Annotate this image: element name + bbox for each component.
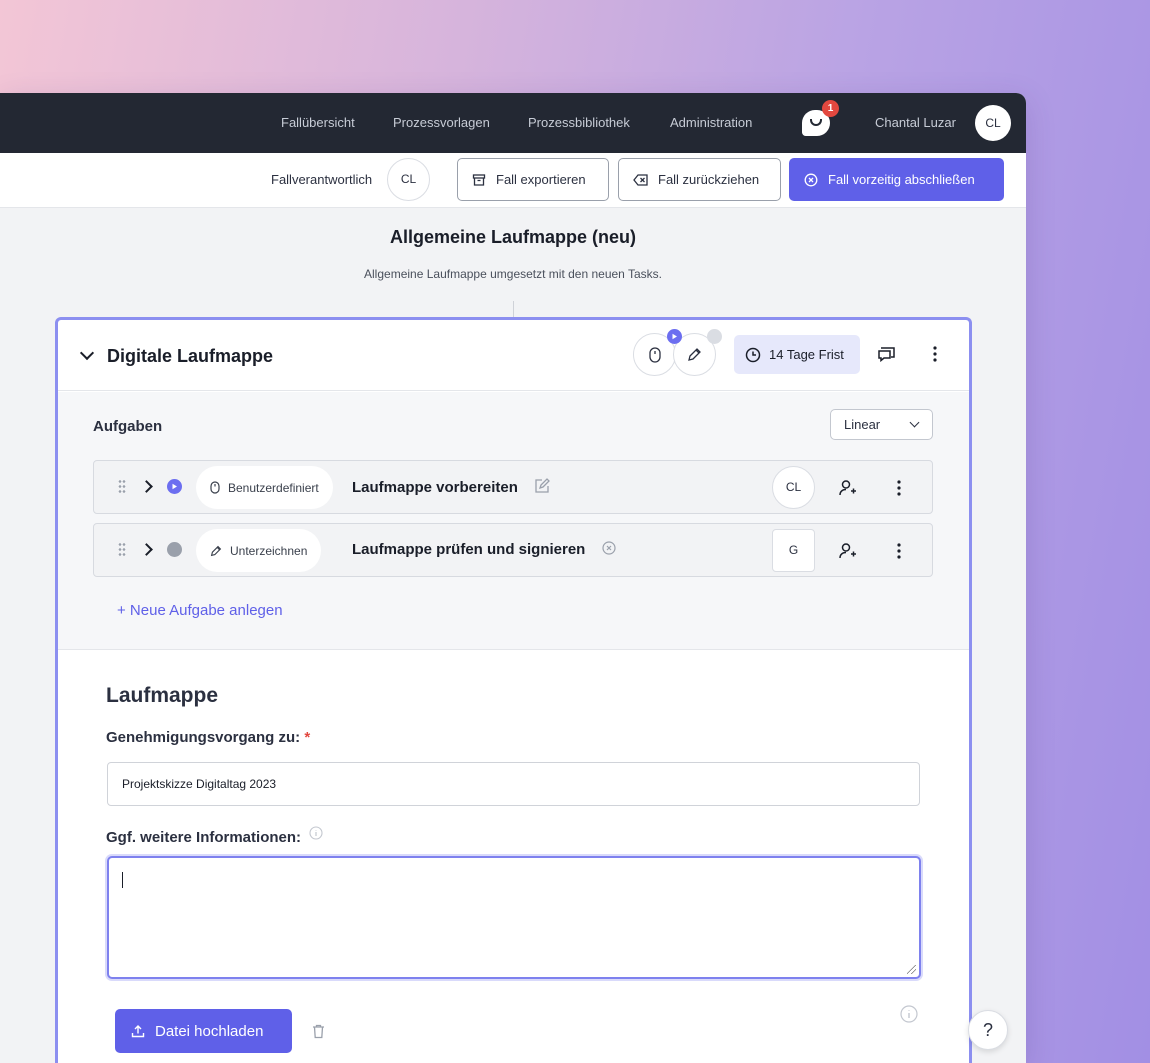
task-order-select[interactable]: Linear	[830, 409, 933, 440]
task-name[interactable]: Laufmappe vorbereiten	[352, 478, 550, 496]
backspace-icon	[633, 173, 648, 186]
resize-handle-icon[interactable]	[907, 965, 916, 974]
chevron-right-icon[interactable]	[140, 480, 153, 493]
active-status-icon	[167, 479, 182, 494]
chevron-right-icon[interactable]	[140, 543, 153, 556]
comments-icon[interactable]	[877, 344, 897, 364]
close-case-early-button[interactable]: Fall vorzeitig abschließen	[789, 158, 1004, 201]
add-user-icon[interactable]	[837, 477, 859, 499]
top-navigation: Fallübersicht Prozessvorlagen Prozessbib…	[0, 93, 1026, 153]
additional-info-textarea[interactable]	[107, 856, 921, 979]
task-row[interactable]: Unterzeichnen Laufmappe prüfen und signi…	[93, 523, 933, 577]
tasks-section: Aufgaben Linear Benutzerdefiniert Laufma…	[58, 392, 969, 650]
nav-link-administration[interactable]: Administration	[670, 115, 752, 130]
export-case-button[interactable]: Fall exportieren	[457, 158, 609, 201]
user-avatar[interactable]: CL	[975, 105, 1011, 141]
nav-link-process-templates[interactable]: Prozessvorlagen	[393, 115, 490, 130]
x-circle-icon[interactable]	[601, 541, 616, 555]
chevron-down-icon	[909, 417, 920, 428]
chevron-down-icon[interactable]	[79, 345, 95, 361]
drag-handle-icon[interactable]	[118, 542, 126, 558]
additional-info-label: Ggf. weitere Informationen:	[106, 826, 323, 846]
deadline-badge[interactable]: 14 Tage Frist	[734, 335, 860, 374]
task-type-pill: Benutzerdefiniert	[196, 466, 333, 509]
process-description: Allgemeine Laufmappe umgesetzt mit den n…	[364, 267, 662, 281]
clock-icon	[745, 347, 761, 362]
pending-status-icon	[167, 542, 182, 557]
play-status-icon	[667, 329, 682, 344]
task-assignee-avatar[interactable]: CL	[772, 466, 815, 509]
required-marker: *	[304, 729, 311, 746]
task-type-label: Unterzeichnen	[230, 543, 308, 558]
text-caret	[122, 872, 123, 888]
app-window: Fallübersicht Prozessvorlagen Prozessbib…	[0, 93, 1026, 1063]
process-title: Allgemeine Laufmappe (neu)	[389, 227, 637, 247]
more-options-icon[interactable]	[891, 478, 907, 498]
upload-file-button[interactable]: Datei hochladen	[115, 1009, 292, 1053]
close-case-early-label: Fall vorzeitig abschließen	[828, 172, 975, 187]
deadline-label: 14 Tage Frist	[769, 347, 844, 362]
mouse-icon	[210, 481, 220, 494]
task-assignee-group[interactable]: G	[772, 529, 815, 572]
pencil-icon	[688, 348, 701, 361]
help-button[interactable]: ?	[968, 1010, 1008, 1050]
notification-badge: 1	[822, 100, 839, 117]
more-options-icon[interactable]	[927, 344, 943, 364]
withdraw-case-button[interactable]: Fall zurückziehen	[618, 158, 781, 201]
more-options-icon[interactable]	[891, 541, 907, 561]
withdraw-case-label: Fall zurückziehen	[658, 172, 760, 187]
phase-card-header: Digitale Laufmappe 14 Tage Frist	[58, 320, 969, 391]
x-circle-icon	[804, 173, 818, 186]
phase-card: Digitale Laufmappe 14 Tage Frist Aufgabe…	[55, 317, 972, 1063]
task-type-label: Benutzerdefiniert	[228, 480, 319, 495]
pending-status-dot	[707, 329, 722, 344]
phase-title: Digitale Laufmappe	[107, 346, 274, 366]
info-icon[interactable]	[309, 826, 323, 840]
edit-note-icon[interactable]	[534, 478, 550, 494]
tasks-heading: Aufgaben	[93, 418, 163, 435]
mouse-icon	[648, 346, 661, 363]
pencil-icon	[210, 545, 222, 556]
approval-input[interactable]: Projektskizze Digitaltag 2023	[107, 762, 920, 806]
task-row[interactable]: Benutzerdefiniert Laufmappe vorbereiten …	[93, 460, 933, 514]
upload-icon	[131, 1025, 145, 1038]
nav-link-case-overview[interactable]: Fallübersicht	[281, 115, 355, 130]
nav-link-process-library[interactable]: Prozessbibliothek	[528, 115, 630, 130]
case-action-bar: Fallverantwortlich CL Fall exportieren F…	[0, 153, 1026, 208]
approval-field-label: Genehmigungsvorgang zu: *	[106, 729, 311, 746]
drag-handle-icon[interactable]	[118, 479, 126, 495]
add-user-icon[interactable]	[837, 540, 859, 562]
case-owner-label: Fallverantwortlich	[271, 172, 373, 187]
info-icon[interactable]	[899, 1004, 919, 1024]
task-type-pill: Unterzeichnen	[196, 529, 322, 572]
user-name[interactable]: Chantal Luzar	[875, 115, 956, 130]
task-name[interactable]: Laufmappe prüfen und signieren	[352, 541, 616, 558]
upload-file-label: Datei hochladen	[155, 1022, 264, 1040]
add-task-link[interactable]: + Neue Aufgabe anlegen	[117, 602, 283, 619]
trash-icon[interactable]	[310, 1023, 326, 1039]
task-order-value: Linear	[844, 417, 881, 432]
case-owner-avatar[interactable]: CL	[387, 158, 430, 201]
connector-line	[513, 301, 514, 317]
chat-button[interactable]: 1	[800, 100, 839, 138]
archive-icon	[472, 173, 486, 186]
export-case-label: Fall exportieren	[496, 172, 586, 187]
form-title: Laufmappe	[106, 684, 219, 707]
